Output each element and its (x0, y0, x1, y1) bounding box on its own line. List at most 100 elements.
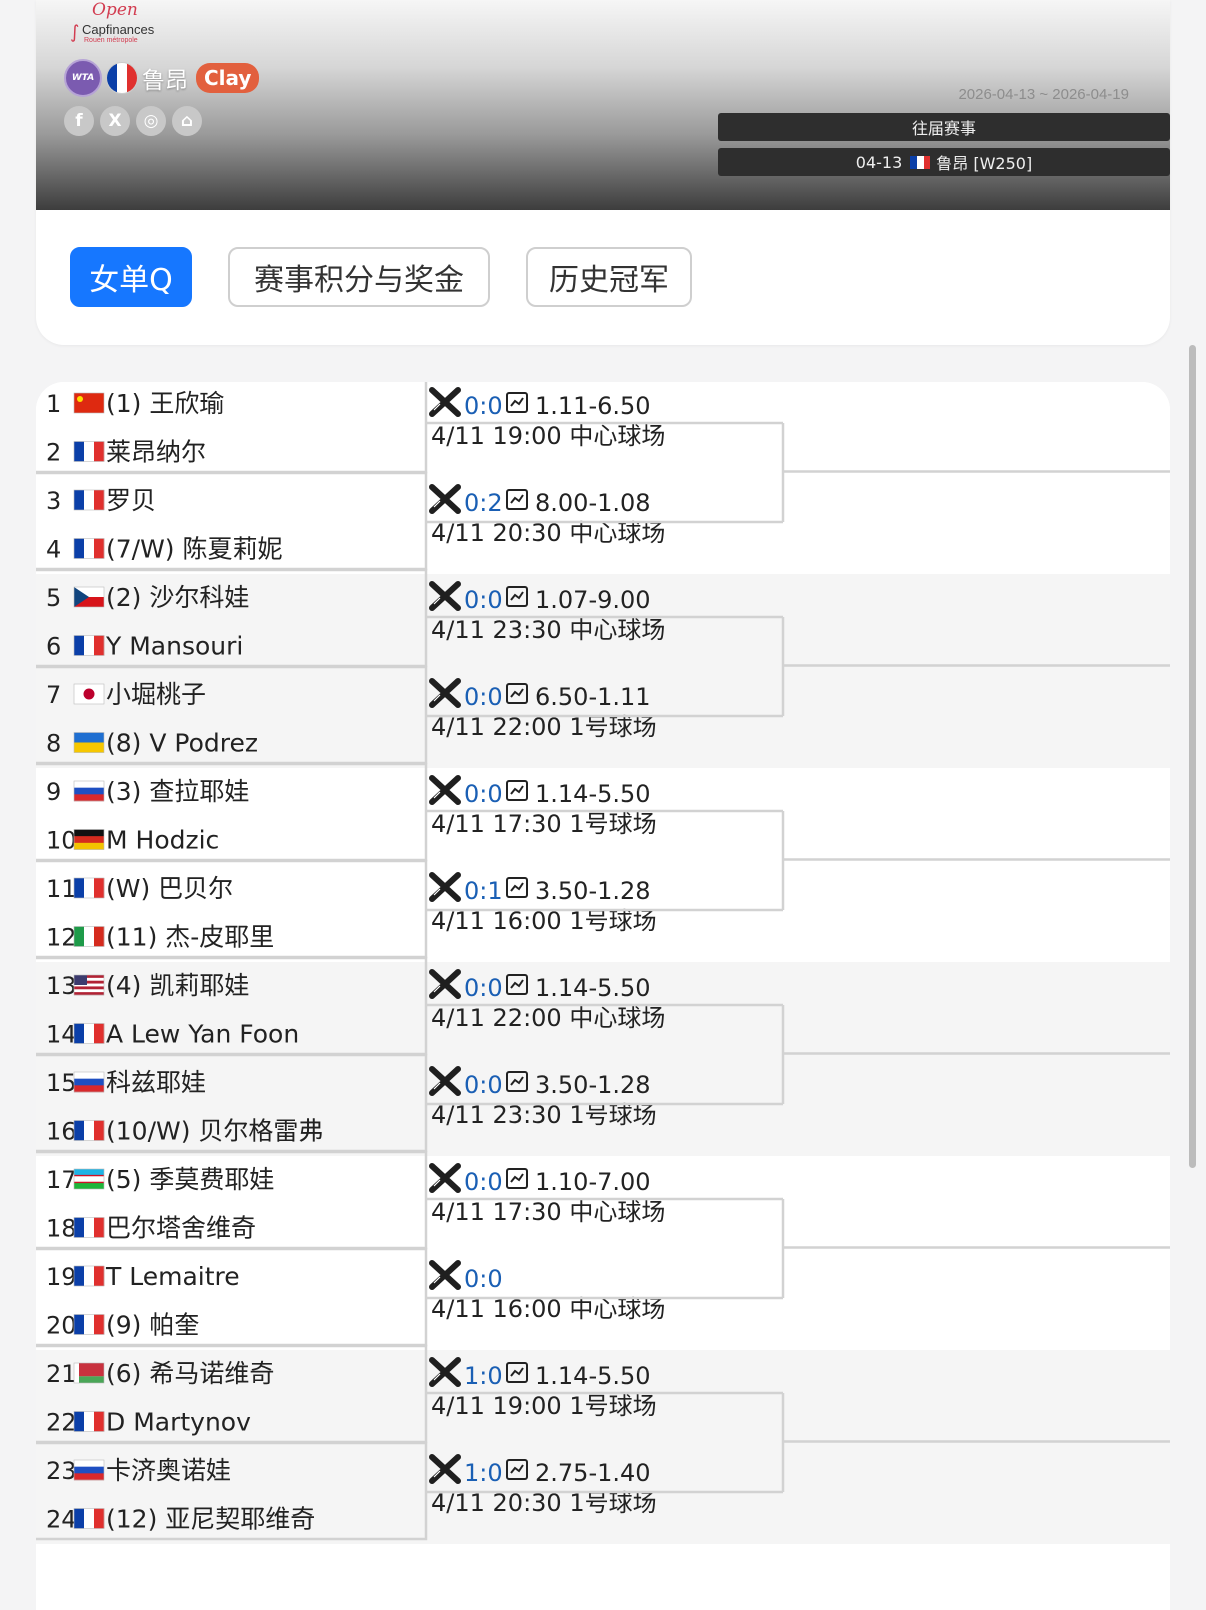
flag-cz-icon (73, 586, 105, 608)
player-draw-number: 8 (46, 730, 61, 758)
match-odds: 6.50-1.11 (535, 683, 651, 711)
player-name[interactable]: T Lemaitre (105, 1262, 240, 1291)
flag-it-icon (73, 926, 105, 947)
tab-past-champions[interactable]: 历史冠军 (526, 247, 692, 307)
flag-ru-icon (73, 1459, 105, 1481)
wta-badge-icon: WTA (64, 59, 102, 97)
flag-fr-icon (73, 1023, 105, 1044)
player-name[interactable]: A Lew Yan Foon (106, 1020, 299, 1049)
flag-fr-icon (73, 1217, 105, 1238)
flag-by-icon (73, 1362, 105, 1384)
logo-swirl-icon: ∫ (70, 22, 80, 43)
flag-fr-icon (73, 635, 105, 656)
player-draw-number: 1 (46, 390, 61, 418)
edition-select-button[interactable]: 04-13 鲁昂 [W250] (718, 148, 1170, 176)
player-name[interactable]: M Hodzic (106, 826, 219, 855)
match-schedule: 4/11 17:30 1号球场 (431, 810, 657, 838)
player-name[interactable]: (9) 帕奎 (106, 1311, 199, 1340)
tab-points-prize-money[interactable]: 赛事积分与奖金 (228, 247, 490, 307)
player-name[interactable]: (1) 王欣瑜 (106, 389, 224, 418)
edition-label: 鲁昂 [W250] (936, 154, 1033, 173)
flag-cn-icon (73, 392, 105, 414)
france-flag-icon (106, 62, 138, 94)
match-score: 0:0 (464, 780, 503, 808)
player-name[interactable]: 小堀桃子 (106, 680, 206, 709)
flag-de-icon (73, 829, 105, 850)
player-name[interactable]: 巴尔塔舍维奇 (106, 1214, 256, 1243)
player-name[interactable]: 科兹耶娃 (106, 1068, 206, 1097)
player-draw-number: 3 (46, 487, 61, 515)
player-name[interactable]: 莱昂纳尔 (106, 438, 206, 467)
draw-bracket: 1 (1) 王欣瑜 2 莱昂纳尔 3 罗贝 4 (7/W) 陈夏莉妮 5 (2) 沙尔科娃 6 Y M… (36, 382, 1170, 1610)
player-name[interactable]: Y Mansouri (105, 632, 243, 661)
tab-bar: 女单Q 赛事积分与奖金 历史冠军 (70, 247, 728, 307)
match-odds: 3.50-1.28 (535, 1071, 651, 1099)
match-odds: 1.07-9.00 (535, 586, 651, 614)
player-name[interactable]: (3) 查拉耶娃 (106, 777, 249, 806)
match-schedule: 4/11 23:30 中心球场 (431, 616, 665, 644)
flag-fr-icon (73, 1120, 105, 1141)
flag-fr-icon (73, 538, 105, 559)
flag-fr-icon (73, 1508, 105, 1529)
player-name[interactable]: (7/W) 陈夏莉妮 (106, 535, 283, 564)
flag-fr-icon (73, 1314, 105, 1335)
match-score: 0:0 (464, 683, 503, 711)
tournament-date-range: 2026-04-13 ~ 2026-04-19 (958, 86, 1129, 103)
player-draw-number: 7 (46, 681, 61, 709)
edition-date: 04-13 (855, 152, 903, 172)
instagram-icon[interactable]: ◎ (136, 106, 166, 136)
x-icon[interactable]: X (100, 106, 130, 136)
player-name[interactable]: 卡济奥诺娃 (106, 1456, 231, 1485)
player-name[interactable]: (12) 亚尼契耶维奇 (106, 1505, 315, 1534)
bracket-svg: 1 (1) 王欣瑜 2 莱昂纳尔 3 罗贝 4 (7/W) 陈夏莉妮 5 (2) 沙尔科娃 6 Y M… (36, 382, 1170, 1544)
player-draw-number: 17 (46, 1166, 77, 1194)
match-score: 0:1 (464, 877, 503, 905)
match-score: 0:0 (464, 586, 503, 614)
match-odds: 1.14-5.50 (535, 780, 651, 808)
player-name[interactable]: (8) V Podrez (106, 729, 258, 758)
player-name[interactable]: (2) 沙尔科娃 (106, 583, 249, 612)
flag-fr-icon (73, 441, 105, 462)
tournament-logo: ∫ Open Capfinances Rouen métropole (70, 0, 155, 44)
tab-womens-singles-qualifying[interactable]: 女单Q (70, 247, 192, 307)
match-schedule: 4/11 19:00 1号球场 (431, 1392, 657, 1420)
flag-uz-icon (73, 1168, 105, 1190)
player-draw-number: 6 (46, 633, 61, 661)
player-name[interactable]: D Martynov (106, 1408, 251, 1437)
flag-ru-icon (73, 1071, 105, 1093)
home-icon[interactable]: ⌂ (172, 106, 202, 136)
page-scrollbar[interactable] (1189, 345, 1196, 1168)
match-odds: 2.75-1.40 (535, 1459, 651, 1487)
match-score: 0:2 (464, 489, 503, 517)
player-name[interactable]: (11) 杰-皮耶里 (106, 923, 274, 952)
player-draw-number: 5 (46, 584, 61, 612)
match-schedule: 4/11 19:00 中心球场 (431, 422, 665, 450)
match-odds: 1.14-5.50 (535, 974, 651, 1002)
player-name[interactable]: (10/W) 贝尔格雷弗 (106, 1117, 323, 1146)
player-draw-number: 11 (46, 875, 77, 903)
tournament-info-row: WTA 鲁昂 Clay (64, 59, 260, 97)
player-draw-number: 12 (46, 924, 77, 952)
facebook-icon[interactable]: f (64, 106, 94, 136)
player-draw-number: 23 (46, 1457, 77, 1485)
player-name[interactable]: (5) 季莫费耶娃 (106, 1165, 274, 1194)
player-draw-number: 22 (46, 1409, 77, 1437)
match-schedule: 4/11 22:00 中心球场 (431, 1004, 665, 1032)
player-name[interactable]: 罗贝 (106, 486, 156, 515)
match-score: 0:0 (464, 1265, 503, 1293)
player-draw-number: 21 (46, 1360, 77, 1388)
player-name[interactable]: (6) 希马诺维奇 (106, 1359, 274, 1388)
player-draw-number: 20 (46, 1312, 77, 1340)
player-draw-number: 14 (46, 1021, 77, 1049)
flag-fr-icon (73, 489, 105, 511)
past-editions-button[interactable]: 往届赛事 (718, 113, 1170, 141)
tournament-header: ∫ Open Capfinances Rouen métropole WTA 鲁… (36, 0, 1170, 345)
flag-ua-icon (73, 732, 105, 753)
match-score: 1:0 (464, 1459, 503, 1487)
match-odds: 1.11-6.50 (535, 392, 651, 420)
player-name[interactable]: (W) 巴贝尔 (106, 874, 233, 903)
player-draw-number: 18 (46, 1215, 77, 1243)
match-odds: 3.50-1.28 (535, 877, 651, 905)
player-draw-number: 15 (46, 1069, 77, 1097)
player-name[interactable]: (4) 凯莉耶娃 (106, 971, 249, 1000)
